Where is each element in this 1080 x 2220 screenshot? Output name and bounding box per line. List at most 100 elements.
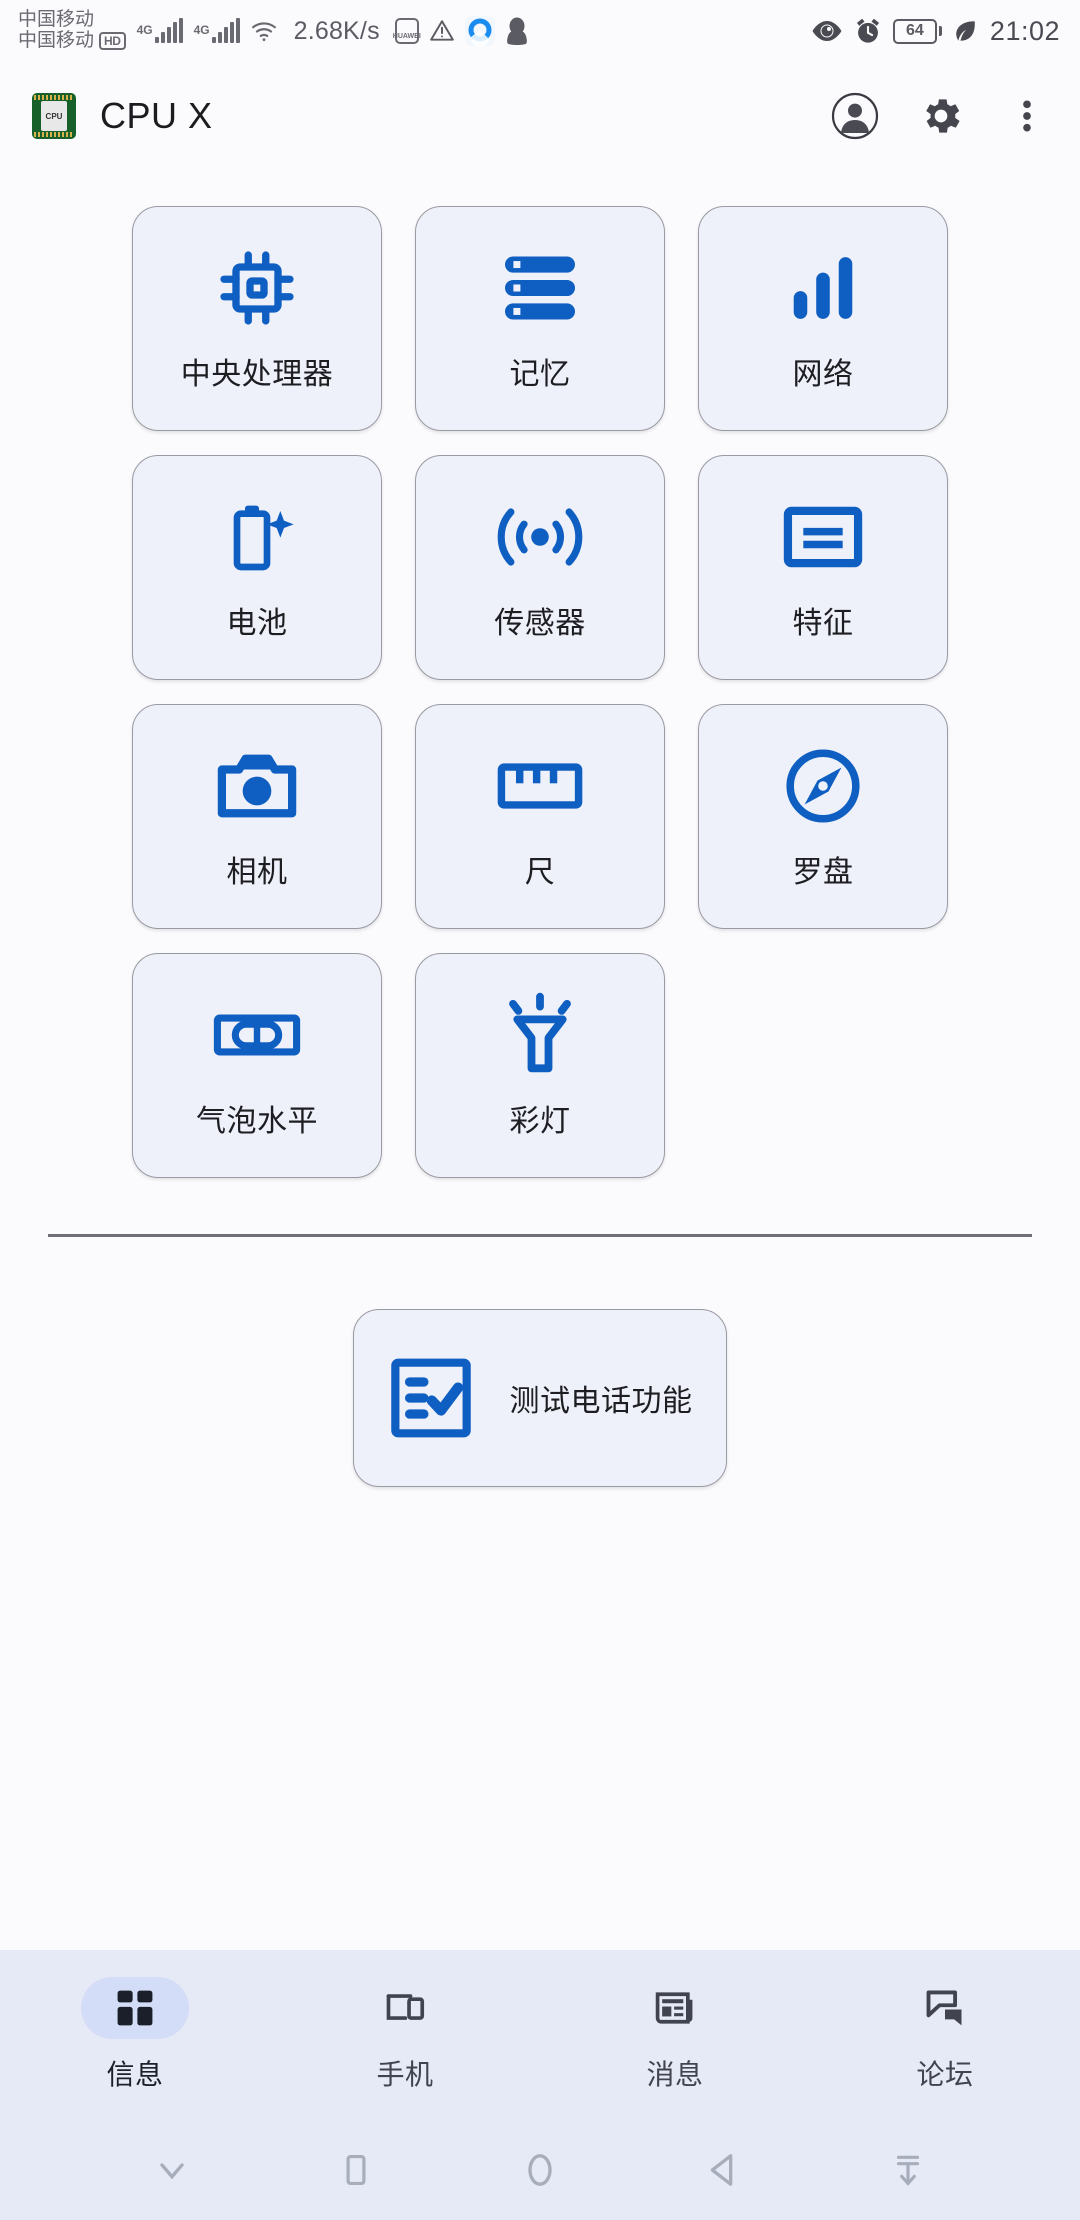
nav-item-phone[interactable]: 手机: [270, 1950, 540, 2120]
account-icon: [831, 92, 879, 140]
huawei-app-icon: HUAWEI: [393, 18, 421, 44]
ruler-icon: [496, 743, 584, 829]
carrier-row-1: 中国移动: [18, 10, 126, 31]
wifi-icon: [249, 18, 279, 44]
download-button[interactable]: [816, 2150, 1000, 2190]
signal-bars-icon-2: [211, 18, 240, 43]
home-icon: [528, 2154, 552, 2186]
tile-label: 罗盘: [792, 855, 854, 889]
tile-label: 气泡水平: [196, 1104, 318, 1138]
tile-label: 网络: [792, 357, 854, 391]
nav-pill-news: [621, 1977, 729, 2039]
forum-icon: [926, 1990, 962, 2026]
sensor-icon: [496, 494, 584, 580]
carrier-name-2: 中国移动: [18, 30, 95, 51]
tile-label: 尺: [524, 855, 556, 889]
section-divider: [48, 1234, 1032, 1237]
app-title: CPU X: [100, 95, 213, 136]
back-button[interactable]: [632, 2150, 816, 2190]
camera-icon: [214, 743, 300, 829]
memory-icon: [498, 245, 582, 331]
tile-label: 记忆: [509, 357, 571, 391]
carrier-row-2: 中国移动 HD: [18, 30, 126, 52]
status-bar-left: 中国移动 中国移动 HD 4G 4G 2.68K/s HUAWEI: [18, 10, 530, 51]
tile-ruler[interactable]: 尺: [415, 704, 665, 929]
feature-tile-grid: 中央处理器 记忆 网络 电池 传感器 特征 相机 尺 罗盘 气泡水平 彩灯: [0, 206, 1080, 1178]
nav-pill-phone: [351, 1977, 459, 2039]
test-phone-functions-label: 测试电话功能: [509, 1385, 693, 1418]
hd-badge: HD: [99, 32, 126, 51]
tile-features[interactable]: 特征: [698, 455, 948, 680]
test-phone-functions-button[interactable]: 测试电话功能: [353, 1309, 727, 1487]
status-bar-right: 64 21:02: [811, 16, 1060, 47]
recents-button[interactable]: [264, 2151, 448, 2189]
tile-memory[interactable]: 记忆: [415, 206, 665, 431]
flashlight-icon: [501, 992, 579, 1078]
tile-network[interactable]: 网络: [698, 206, 948, 431]
warning-triangle-icon: [428, 18, 456, 44]
nav-item-forum[interactable]: 论坛: [810, 1950, 1080, 2120]
carrier-name-1: 中国移动: [18, 9, 95, 31]
power-saving-leaf-icon: [953, 18, 979, 44]
tile-camera[interactable]: 相机: [132, 704, 382, 929]
keyboard-hide-button[interactable]: [80, 2150, 264, 2190]
eye-icon: [811, 20, 843, 42]
tile-label: 相机: [226, 855, 288, 889]
news-icon: [655, 1992, 693, 2024]
carrier-info: 中国移动 中国移动 HD: [18, 10, 126, 51]
nav-label-info: 信息: [106, 2059, 164, 2090]
settings-button[interactable]: [916, 91, 966, 141]
nav-pill-info: [81, 1977, 189, 2039]
tile-bubble-level[interactable]: 气泡水平: [132, 953, 382, 1178]
network-bars-icon: [786, 245, 860, 331]
test-section: 测试电话功能: [0, 1309, 1080, 1487]
app-bar: CPU CPU X: [0, 62, 1080, 170]
signal-bars-icon-1: [154, 18, 183, 43]
tile-label: 特征: [792, 606, 854, 640]
tile-label: 中央处理器: [180, 357, 334, 391]
battery-icon: [217, 494, 297, 580]
recents-icon: [346, 2154, 366, 2186]
signal-type-label-1: 4G: [136, 23, 153, 37]
signal-indicator-2: 4G: [193, 18, 240, 43]
system-navigation-bar: [0, 2120, 1080, 2220]
network-speed-text: 2.68K/s: [293, 16, 380, 45]
nav-item-info[interactable]: 信息: [0, 1950, 270, 2120]
tile-compass[interactable]: 罗盘: [698, 704, 948, 929]
overflow-menu-button[interactable]: [1002, 91, 1052, 141]
app-logo-text: CPU: [41, 101, 67, 131]
cpu-icon: [215, 245, 299, 331]
devices-icon: [386, 1994, 425, 2020]
nav-label-news: 消息: [646, 2059, 704, 2090]
main-content: 中央处理器 记忆 网络 电池 传感器 特征 相机 尺 罗盘 气泡水平 彩灯 测试…: [0, 170, 1080, 1950]
tile-label: 传感器: [494, 606, 586, 640]
bubble-level-icon: [213, 992, 301, 1078]
qq-browser-icon: [464, 16, 495, 46]
nav-item-news[interactable]: 消息: [540, 1950, 810, 2120]
back-icon: [710, 2154, 733, 2186]
qq-penguin-icon: [504, 16, 530, 46]
tile-label: 彩灯: [509, 1104, 571, 1138]
home-button[interactable]: [448, 2150, 632, 2190]
clock-text: 21:02: [989, 15, 1060, 46]
tile-battery[interactable]: 电池: [132, 455, 382, 680]
tile-sensors[interactable]: 传感器: [415, 455, 665, 680]
chevron-down-icon: [160, 2163, 184, 2180]
download-icon: [896, 2155, 920, 2186]
battery-status-icon: 64: [892, 18, 942, 44]
dashboard-icon: [117, 1990, 153, 2026]
nav-pill-forum: [891, 1977, 999, 2039]
account-button[interactable]: [830, 91, 880, 141]
signal-indicator-1: 4G: [136, 18, 183, 43]
app-bar-actions: [830, 91, 1052, 141]
app-logo-icon: CPU: [32, 93, 76, 139]
status-bar: 中国移动 中国移动 HD 4G 4G 2.68K/s HUAWEI 64 21:…: [0, 0, 1080, 62]
signal-type-label-2: 4G: [193, 23, 210, 37]
nav-label-forum: 论坛: [916, 2059, 974, 2090]
bottom-navigation: 信息 手机 消息 论坛: [0, 1950, 1080, 2120]
features-icon: [780, 494, 866, 580]
tile-label: 电池: [226, 606, 288, 640]
tile-flashlight[interactable]: 彩灯: [415, 953, 665, 1178]
alarm-clock-icon: [854, 17, 882, 45]
tile-cpu[interactable]: 中央处理器: [132, 206, 382, 431]
